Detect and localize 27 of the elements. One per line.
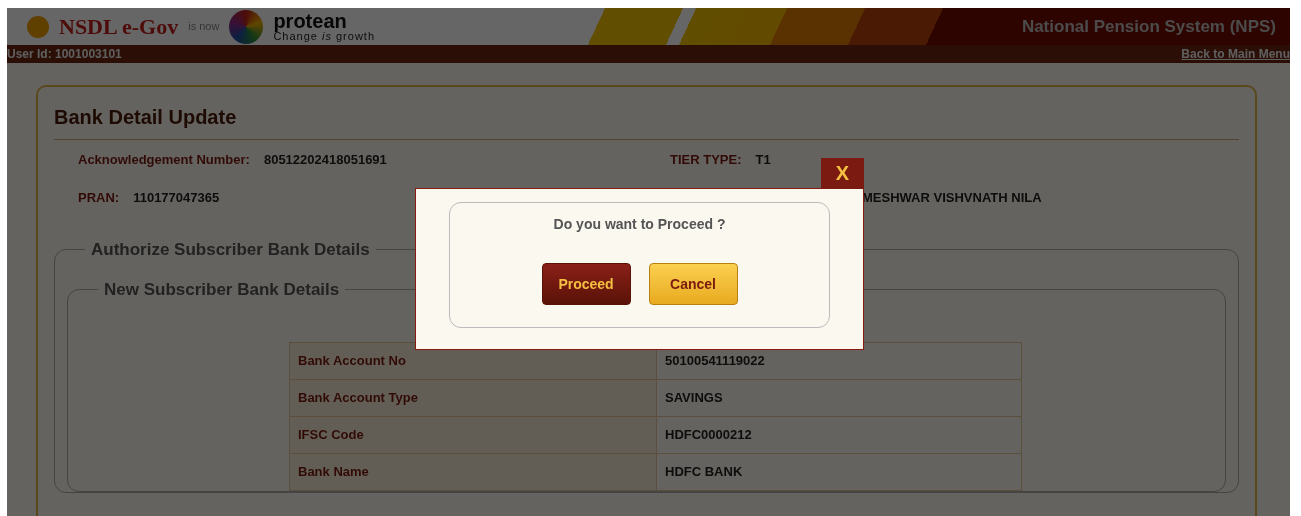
brand-name: protean [273, 11, 348, 31]
table-cell: Bank Account Type [289, 379, 657, 417]
table-cell: IFSC Code [289, 416, 657, 454]
section-legend: Authorize Subscriber Bank Details [85, 237, 376, 263]
close-button[interactable]: X [821, 158, 864, 189]
field-value: 110177047365 [133, 189, 220, 205]
brand-name: NSDL e-Gov [59, 15, 179, 38]
table-cell: HDFC BANK [656, 453, 1022, 491]
field-value: 80512202418051691 [263, 152, 387, 167]
cancel-button[interactable]: Cancel [648, 263, 738, 305]
logo-circle-icon [27, 15, 49, 38]
field-value: T1 [755, 152, 771, 167]
section-legend: New Subscriber Bank Details [98, 276, 346, 302]
page-title: Bank Detail Update [54, 105, 1239, 140]
table-cell: Bank Name [289, 453, 657, 491]
field-value: MESHWAR VISHVNATH NILA [862, 189, 1042, 205]
field-label: TIER TYPE: [670, 152, 742, 167]
system-title: National Pension System (NPS) [1021, 15, 1276, 38]
proceed-button[interactable]: Proceed [541, 263, 631, 305]
table-cell: SAVINGS [656, 379, 1022, 417]
colorful-logo-icon [229, 9, 264, 44]
table-cell: HDFC0000212 [656, 416, 1022, 454]
dialog-message: Do you want to Proceed ? [553, 215, 726, 234]
field-label: PRAN: [78, 189, 120, 205]
field-label: Acknowledgement Number: [78, 152, 250, 167]
user-id: User Id: 1001003101 [7, 46, 122, 63]
brand-tagline: Change is growth [273, 31, 375, 42]
